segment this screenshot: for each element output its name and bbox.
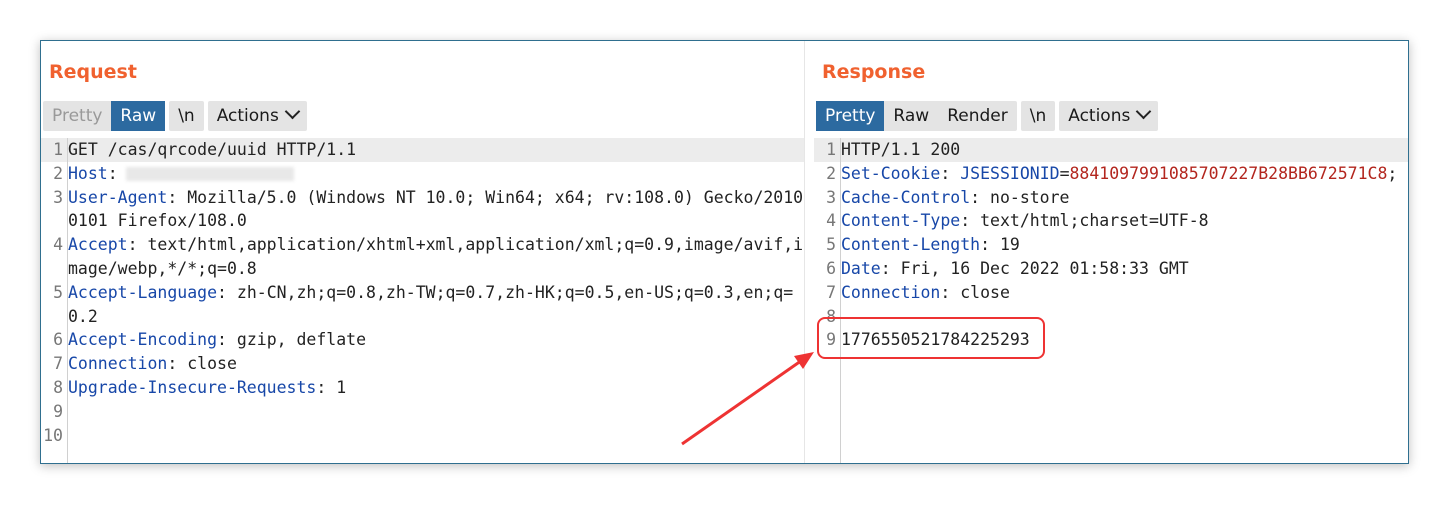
annotation-arrow-icon (681, 352, 814, 446)
